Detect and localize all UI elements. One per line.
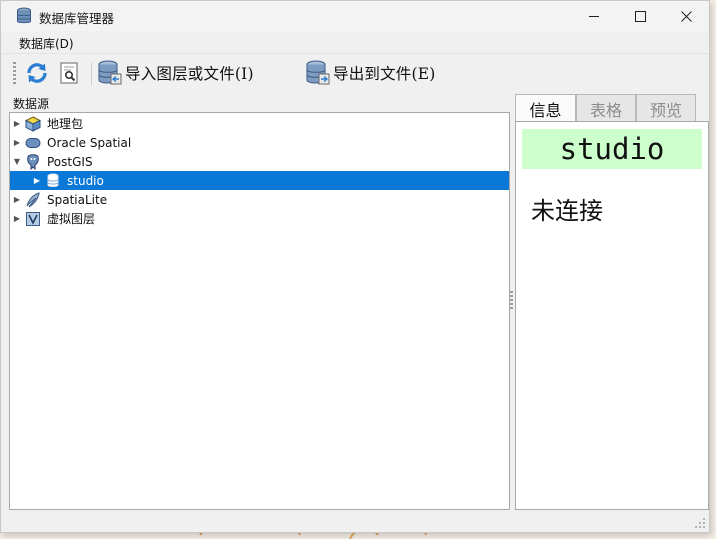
tree-item-postgis[interactable]: ▼ PostGIS [10,152,509,171]
virtual-layer-icon [24,211,42,227]
oracle-icon [24,135,42,151]
import-layer-button[interactable]: 导入图层或文件(I) [98,60,254,86]
export-file-button[interactable]: 导出到文件(E) [306,60,436,86]
panel-splitter[interactable] [510,291,513,311]
maximize-icon [634,10,646,22]
sql-window-button[interactable] [58,60,84,86]
close-button[interactable] [663,1,709,31]
import-database-icon [98,60,122,85]
info-panel: studio 未连接 [515,121,709,510]
tree-item-label: 地理包 [47,117,84,131]
expand-arrow-icon[interactable]: ▶ [10,138,24,147]
sql-window-icon [60,62,78,84]
tree-item-label: 虚拟图层 [47,212,96,226]
close-icon [680,10,692,22]
minimize-button[interactable] [571,1,617,31]
connection-status: 未连接 [531,197,603,225]
export-database-icon [306,60,330,85]
tree-item-label: Oracle Spatial [47,135,132,150]
expand-arrow-icon[interactable]: ▶ [10,119,24,128]
tree-item-label: studio [67,173,104,188]
collapse-arrow-icon[interactable]: ▼ [10,157,24,166]
minimize-icon [588,15,599,17]
tab-preview[interactable]: 预览 [636,94,696,122]
import-label: 导入图层或文件(I) [125,65,254,83]
database-icon [44,173,62,189]
info-title: studio [522,129,702,169]
tree-item-virtual-layers[interactable]: ▶ 虚拟图层 [10,209,509,228]
postgis-icon [24,153,42,170]
menu-bar: 数据库(D) [1,31,709,54]
tree-item-studio[interactable]: ▶ studio [10,171,509,190]
expand-arrow-icon[interactable]: ▶ [30,176,44,185]
expand-arrow-icon[interactable]: ▶ [10,195,24,204]
tree-item-oracle-spatial[interactable]: ▶ Oracle Spatial [10,133,509,152]
toolbar-grip[interactable] [13,62,16,84]
window-title: 数据库管理器 [39,11,115,26]
menu-database[interactable]: 数据库(D) [19,35,74,52]
tab-info[interactable]: 信息 [515,94,576,123]
status-bar [1,511,709,532]
toolbar: 导入图层或文件(I) 导出到文件(E) [1,54,709,92]
export-label: 导出到文件(E) [333,65,436,83]
datasource-header: 数据源 [13,97,50,111]
geopackage-icon [24,115,42,132]
db-manager-window: 数据库管理器 数据库(D) 导入图层或文件(I) 导出到文件(E) 数据源 ▶ … [0,0,710,533]
expand-arrow-icon[interactable]: ▶ [10,214,24,223]
datasource-tree[interactable]: ▶ 地理包 ▶ Oracle Spatial ▼ PostGIS ▶ studi… [9,112,510,510]
title-bar: 数据库管理器 [1,1,709,31]
tab-table[interactable]: 表格 [576,94,636,122]
spatialite-icon [24,191,42,208]
refresh-icon [27,63,47,83]
tree-item-label: PostGIS [47,154,93,169]
database-app-icon [17,7,31,24]
resize-grip-icon[interactable] [694,517,706,529]
toolbar-separator [91,63,92,85]
maximize-button[interactable] [617,1,663,31]
tree-item-geopackage[interactable]: ▶ 地理包 [10,114,509,133]
refresh-button[interactable] [25,60,51,86]
tree-item-label: SpatiaLite [47,192,108,207]
tree-item-spatialite[interactable]: ▶ SpatiaLite [10,190,509,209]
